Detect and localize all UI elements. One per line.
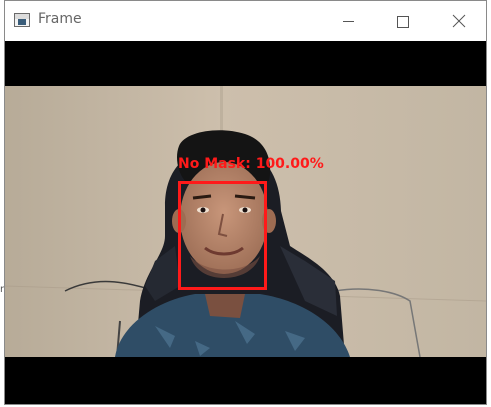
app-window-icon: [14, 13, 30, 27]
frame-window: Frame No Mask: 100.00%: [4, 0, 487, 405]
video-frame: No Mask: 100.00%: [5, 41, 486, 404]
close-icon: [452, 14, 466, 28]
maximize-button[interactable]: [379, 1, 425, 41]
window-title: Frame: [38, 11, 82, 27]
detection-bounding-box: [178, 181, 267, 290]
detection-label: No Mask: 100.00%: [178, 156, 324, 172]
title-bar[interactable]: Frame: [5, 1, 486, 41]
minimize-icon: [343, 21, 354, 22]
app-window-icon-glyph: [18, 19, 26, 25]
close-button[interactable]: [435, 1, 481, 41]
minimize-button[interactable]: [325, 1, 371, 41]
maximize-icon: [397, 16, 409, 28]
